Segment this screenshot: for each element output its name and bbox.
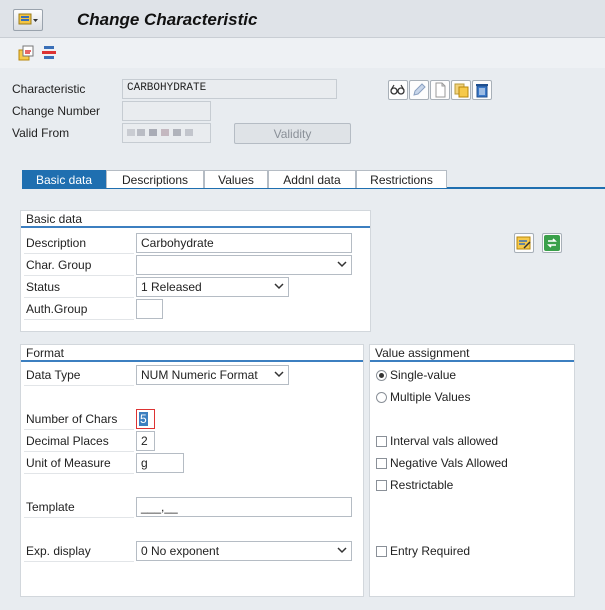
template-field[interactable]: ___,__ — [136, 497, 352, 517]
status-dropdown[interactable]: 1 Released — [136, 277, 289, 297]
characteristic-field: CARBOHYDRATE — [122, 79, 337, 99]
chevron-down-icon — [337, 261, 347, 268]
exp-display-label: Exp. display — [26, 544, 91, 558]
other-object-icon — [18, 45, 34, 61]
template-label: Template — [26, 500, 75, 514]
format-title: Format — [21, 345, 363, 362]
display-change-button[interactable] — [388, 80, 408, 100]
characteristic-label: Characteristic — [12, 82, 86, 96]
num-chars-field[interactable]: 5 — [136, 409, 155, 429]
multiple-values-label: Multiple Values — [390, 390, 471, 404]
multiple-values-radio[interactable] — [376, 392, 387, 403]
application-toolbar — [0, 38, 605, 68]
system-menu-icon — [18, 13, 38, 25]
refresh-button[interactable] — [542, 233, 562, 253]
description-label: Description — [26, 236, 87, 250]
auth-group-field[interactable] — [136, 299, 163, 319]
basic-data-title: Basic data — [21, 211, 370, 228]
pencil-icon — [413, 83, 426, 96]
tab-restrictions[interactable]: Restrictions — [356, 170, 447, 188]
interval-vals-checkbox[interactable] — [376, 436, 387, 447]
num-chars-label: Number of Chars — [26, 412, 118, 426]
trash-icon — [476, 84, 488, 98]
single-value-label: Single-value — [390, 368, 457, 382]
num-chars-value: 5 — [139, 412, 148, 426]
tab-addnl-data[interactable]: Addnl data — [268, 170, 356, 188]
entry-required-label: Entry Required — [390, 544, 471, 558]
copy-icon — [454, 83, 469, 98]
restrictable-checkbox[interactable] — [376, 480, 387, 491]
refresh-icon — [544, 235, 560, 251]
tab-descriptions[interactable]: Descriptions — [106, 170, 204, 188]
validity-button[interactable]: Validity — [234, 123, 351, 144]
exp-display-dropdown[interactable]: 0 No exponent — [136, 541, 352, 561]
hierarchy-button[interactable] — [40, 44, 58, 65]
decimal-places-field[interactable]: 2 — [136, 431, 155, 451]
negative-vals-checkbox[interactable] — [376, 458, 387, 469]
unit-field[interactable]: g — [136, 453, 184, 473]
create-button[interactable] — [430, 80, 450, 100]
entry-required-checkbox[interactable] — [376, 546, 387, 557]
system-menu-button[interactable] — [13, 9, 43, 31]
redacted-date-graphic — [127, 129, 193, 136]
hierarchy-icon — [42, 46, 56, 59]
copy-button[interactable] — [451, 80, 471, 100]
delete-button[interactable] — [472, 80, 492, 100]
description-field[interactable]: Carbohydrate — [136, 233, 352, 253]
status-label: Status — [26, 280, 61, 294]
change-number-field[interactable] — [122, 101, 211, 121]
new-document-icon — [435, 82, 446, 98]
valid-from-field[interactable] — [122, 123, 211, 143]
status-value: 1 Released — [141, 280, 202, 294]
edit-note-icon — [516, 236, 531, 250]
auth-group-label: Auth.Group — [26, 302, 88, 316]
restrictable-label: Restrictable — [390, 478, 454, 492]
chevron-down-icon — [274, 371, 284, 378]
valid-from-label: Valid From — [12, 126, 70, 140]
decimal-places-label: Decimal Places — [26, 434, 109, 448]
single-value-radio[interactable] — [376, 370, 387, 381]
char-group-label: Char. Group — [26, 258, 92, 272]
glasses-icon — [390, 84, 405, 95]
interval-vals-label: Interval vals allowed — [390, 434, 499, 448]
negative-vals-label: Negative Vals Allowed — [390, 456, 508, 470]
data-type-label: Data Type — [26, 368, 81, 382]
data-type-dropdown[interactable]: NUM Numeric Format — [136, 365, 289, 385]
tab-basic-data[interactable]: Basic data — [22, 170, 106, 188]
page-title: Change Characteristic — [77, 10, 258, 29]
tab-values[interactable]: Values — [204, 170, 268, 188]
change-number-label: Change Number — [12, 104, 101, 118]
data-type-value: NUM Numeric Format — [141, 368, 258, 382]
char-group-dropdown[interactable] — [136, 255, 352, 275]
other-characteristic-button[interactable] — [17, 44, 35, 65]
exp-display-value: 0 No exponent — [141, 544, 220, 558]
edit-text-button[interactable] — [514, 233, 534, 253]
value-assignment-title: Value assignment — [370, 345, 574, 362]
edit-button[interactable] — [409, 80, 429, 100]
chevron-down-icon — [337, 547, 347, 554]
chevron-down-icon — [274, 283, 284, 290]
unit-label: Unit of Measure — [26, 456, 111, 470]
